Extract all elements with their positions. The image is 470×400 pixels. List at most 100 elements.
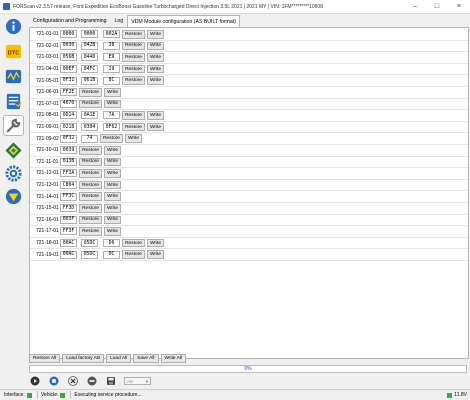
- restore-button[interactable]: Restore: [100, 134, 123, 143]
- erase-button[interactable]: [86, 376, 98, 387]
- write-button[interactable]: Write: [104, 88, 121, 97]
- value-field[interactable]: FF3F: [60, 227, 77, 236]
- value-field[interactable]: 0440: [81, 53, 98, 62]
- maximize-button[interactable]: □: [426, 0, 448, 14]
- value-field[interactable]: 013B: [60, 157, 77, 166]
- value-field[interactable]: 056B: [60, 53, 77, 62]
- write-button[interactable]: Write: [147, 111, 164, 120]
- value-field[interactable]: 0039: [60, 146, 77, 155]
- sidebar-item-oscilloscope[interactable]: [3, 66, 24, 87]
- value-field[interactable]: 7A: [103, 111, 120, 120]
- restore-button[interactable]: Restore: [122, 30, 145, 39]
- sidebar-item-about[interactable]: [3, 186, 24, 207]
- restore-button[interactable]: Restore: [122, 76, 145, 85]
- value-field[interactable]: 4070: [60, 99, 77, 108]
- value-field[interactable]: 05DC: [81, 250, 98, 259]
- write-button[interactable]: Write: [147, 41, 164, 51]
- minimize-button[interactable]: –: [404, 0, 426, 14]
- write-button[interactable]: Write: [104, 204, 121, 213]
- write-button[interactable]: Write: [147, 238, 164, 248]
- restore-button[interactable]: Restore: [79, 146, 102, 155]
- cancel-button[interactable]: [67, 376, 79, 387]
- restore-all-button[interactable]: Restore All: [29, 354, 61, 363]
- write-button[interactable]: Write: [104, 227, 121, 236]
- value-field[interactable]: 002A: [103, 30, 120, 39]
- value-field[interactable]: FF3C: [60, 192, 77, 201]
- value-field[interactable]: 29: [103, 65, 120, 74]
- value-field[interactable]: 061B: [81, 76, 98, 85]
- load-all-button[interactable]: Load All: [106, 354, 132, 363]
- value-field[interactable]: D6: [103, 239, 120, 248]
- sidebar-item-modules[interactable]: [3, 140, 24, 161]
- write-button[interactable]: Write: [125, 134, 142, 143]
- value-field[interactable]: 0F31: [60, 76, 77, 85]
- stop-button[interactable]: [48, 376, 60, 387]
- restore-button[interactable]: Restore: [122, 122, 145, 132]
- value-field[interactable]: 05DC: [81, 239, 98, 248]
- write-button[interactable]: Write: [104, 157, 121, 167]
- restore-button[interactable]: Restore: [122, 41, 145, 51]
- restore-button[interactable]: Restore: [122, 250, 145, 259]
- value-field[interactable]: 04FC: [81, 65, 98, 74]
- value-field[interactable]: 38: [103, 41, 120, 50]
- value-field[interactable]: 0000: [81, 30, 98, 39]
- write-button[interactable]: Write: [147, 53, 164, 62]
- write-button[interactable]: Write: [104, 146, 121, 155]
- tab-configuration[interactable]: Configuration and Programming: [29, 15, 111, 27]
- write-button[interactable]: Write: [147, 250, 164, 259]
- format-select[interactable]: AB ▼: [124, 377, 151, 385]
- load-factory-ab-button[interactable]: Load factory AB: [62, 354, 105, 363]
- value-field[interactable]: E9: [103, 53, 120, 62]
- restore-button[interactable]: Restore: [122, 53, 145, 62]
- write-button[interactable]: Write: [147, 122, 164, 132]
- restore-button[interactable]: Restore: [79, 227, 102, 236]
- value-field[interactable]: 0F62: [103, 123, 120, 132]
- value-field[interactable]: 003F: [60, 215, 77, 224]
- sidebar-item-info[interactable]: [3, 16, 24, 37]
- value-field[interactable]: 0304: [81, 123, 98, 132]
- save-all-button[interactable]: Save All: [133, 354, 159, 363]
- close-button[interactable]: ×: [448, 0, 470, 14]
- sidebar-item-settings[interactable]: [3, 163, 24, 184]
- restore-button[interactable]: Restore: [79, 99, 102, 109]
- restore-button[interactable]: Restore: [79, 169, 102, 178]
- restore-button[interactable]: Restore: [79, 215, 102, 225]
- write-button[interactable]: Write: [104, 215, 121, 225]
- restore-button[interactable]: Restore: [79, 192, 102, 201]
- value-field[interactable]: 0C: [103, 250, 120, 259]
- value-field[interactable]: FF3D: [60, 204, 77, 213]
- restore-button[interactable]: Restore: [79, 180, 102, 190]
- value-field[interactable]: 8C: [103, 76, 120, 85]
- restore-button[interactable]: Restore: [79, 157, 102, 167]
- value-field[interactable]: 00AC: [60, 250, 77, 259]
- write-button[interactable]: Write: [104, 192, 121, 201]
- value-field[interactable]: 0000: [60, 30, 77, 39]
- value-field[interactable]: C804: [60, 181, 77, 190]
- restore-button[interactable]: Restore: [122, 238, 145, 248]
- value-field[interactable]: 0218: [60, 123, 77, 132]
- value-field[interactable]: FF3A: [60, 169, 77, 178]
- run-button[interactable]: [29, 376, 41, 387]
- value-field[interactable]: FF2E: [60, 88, 77, 97]
- value-field[interactable]: 00EF: [60, 65, 77, 74]
- sidebar-item-checklist[interactable]: [3, 91, 24, 112]
- write-button[interactable]: Write: [104, 180, 121, 190]
- tab-log[interactable]: Log: [111, 15, 128, 27]
- value-field[interactable]: 042B: [81, 41, 98, 50]
- value-field[interactable]: 00AC: [60, 239, 77, 248]
- value-field[interactable]: 0F32: [60, 134, 77, 143]
- write-button[interactable]: Write: [147, 64, 164, 74]
- restore-button[interactable]: Restore: [79, 204, 102, 213]
- save-button[interactable]: [105, 376, 117, 387]
- value-field[interactable]: 0A1E: [81, 111, 98, 120]
- value-field[interactable]: 0D14: [60, 111, 77, 120]
- write-button[interactable]: Write: [104, 169, 121, 178]
- value-field[interactable]: 0030: [60, 41, 77, 50]
- write-all-button[interactable]: Write All: [160, 354, 187, 363]
- restore-button[interactable]: Restore: [122, 64, 145, 74]
- write-button[interactable]: Write: [147, 76, 164, 85]
- sidebar-item-dtc[interactable]: DTC: [3, 41, 24, 62]
- value-field[interactable]: 74: [81, 134, 98, 143]
- sidebar-item-service[interactable]: [3, 115, 24, 136]
- restore-button[interactable]: Restore: [122, 111, 145, 120]
